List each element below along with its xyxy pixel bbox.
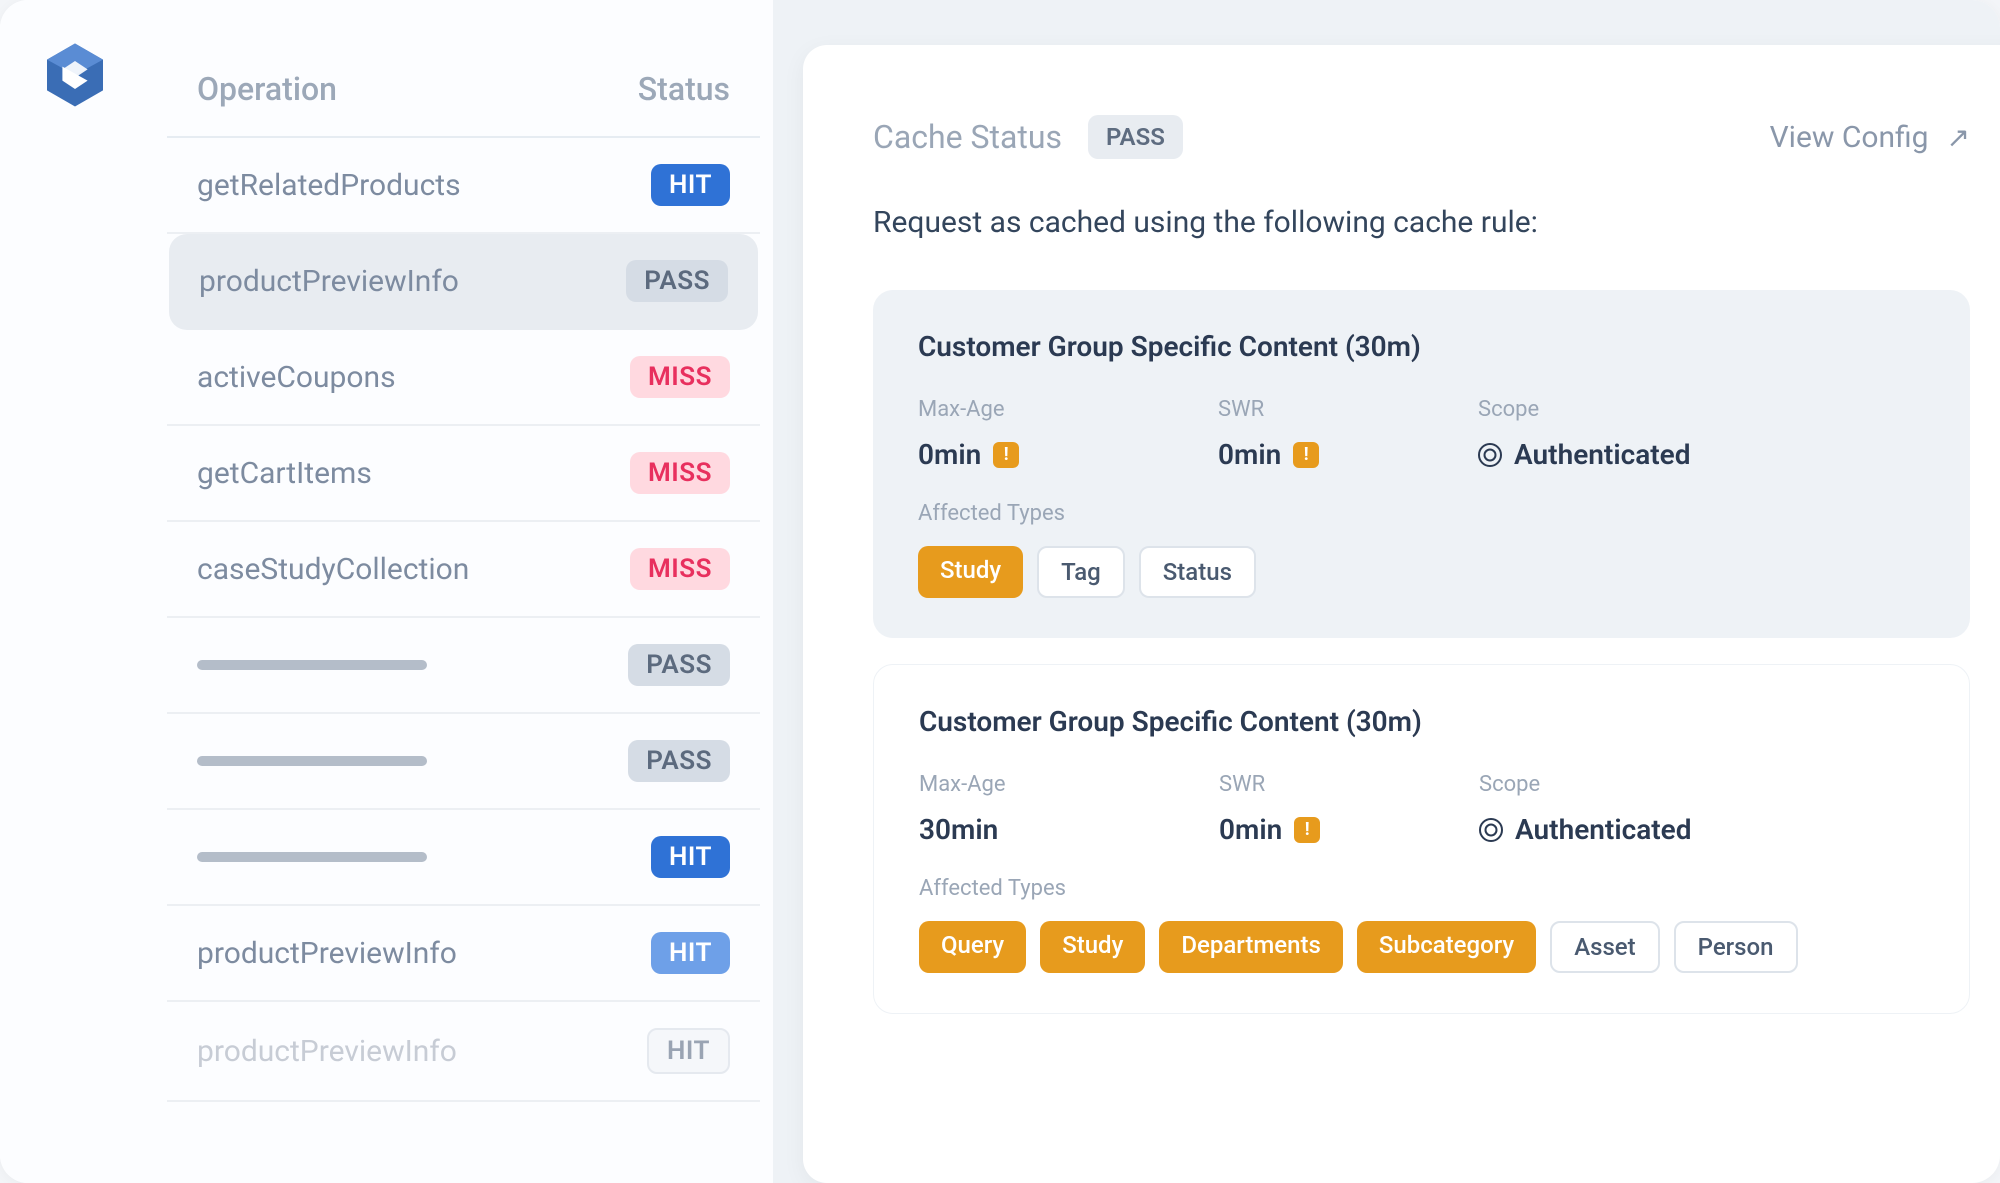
app-logo [40,40,110,110]
type-chip[interactable]: Person [1674,921,1798,973]
status-badge: MISS [630,356,730,398]
type-chip[interactable]: Status [1139,546,1256,598]
operations-header-operation: Operation [197,70,337,108]
rule-grid: Max-Age0min!SWR0min!ScopeAuthenticated [918,397,1925,471]
operation-name: productPreviewInfo [197,1034,457,1069]
sidebar-icon-column [0,0,155,1183]
type-chip[interactable]: Query [919,921,1026,973]
status-badge: PASS [628,644,730,686]
rule-intro: Request as cached using the following ca… [873,205,1970,240]
status-badge: HIT [651,836,730,878]
operation-row[interactable]: productPreviewInfo HIT [167,1002,760,1102]
status-badge: PASS [628,740,730,782]
operation-name: getCartItems [197,456,372,491]
type-chip[interactable]: Study [1040,921,1145,973]
status-badge: HIT [651,164,730,206]
operation-name: productPreviewInfo [197,936,457,971]
operation-name: productPreviewInfo [199,264,459,299]
type-chip[interactable]: Tag [1037,546,1125,598]
warning-icon: ! [993,442,1019,468]
status-badge: MISS [630,548,730,590]
detail-header-left: Cache Status PASS [873,115,1183,159]
detail-header: Cache Status PASS View Config ↗ [873,115,1970,159]
cache-rule-card[interactable]: Customer Group Specific Content (30m) Max… [873,664,1970,1014]
type-chip[interactable]: Study [918,546,1023,598]
warning-icon: ! [1293,442,1319,468]
warning-icon: ! [1294,817,1320,843]
operation-name: activeCoupons [197,360,396,395]
operation-row[interactable]: PASS [167,618,760,714]
app-frame: Operation Status getRelatedProductsHITpr… [0,0,2000,1183]
swr-label: SWR [1219,772,1479,797]
cache-rule-card[interactable]: Customer Group Specific Content (30m) Max… [873,290,1970,638]
operations-list: getRelatedProducts HIT productPreviewInfo P… [155,138,772,1102]
type-chips: Query Study Departments Subcategory Asset Per… [919,921,1924,973]
view-config-label: View Config [1770,120,1929,155]
operation-row[interactable]: getCartItems MISS [167,426,760,522]
swr-label: SWR [1218,397,1478,422]
swr-value: 0min! [1218,438,1478,471]
operation-row[interactable]: activeCoupons MISS [167,330,760,426]
status-badge: PASS [626,260,728,302]
rules-container: Customer Group Specific Content (30m) Max… [873,290,1970,1014]
swr-value: 0min! [1219,813,1479,846]
external-arrow-icon: ↗ [1947,121,1970,154]
operation-row[interactable]: HIT [167,810,760,906]
target-icon [1478,443,1502,467]
affected-types-label: Affected Types [919,876,1924,901]
rule-title: Customer Group Specific Content (30m) [919,705,1924,738]
max-age-label: Max-Age [919,772,1219,797]
operation-name: caseStudyCollection [197,552,469,587]
type-chips: Study Tag Status [918,546,1925,598]
target-icon [1479,818,1503,842]
status-badge: HIT [647,1028,730,1074]
operations-header-status: Status [638,70,730,108]
rule-grid: Max-Age 30minSWR 0min!Scope Authenticated [919,772,1924,846]
operation-name: getRelatedProducts [197,168,461,203]
type-chip[interactable]: Departments [1159,921,1342,973]
cache-status-label: Cache Status [873,118,1062,156]
max-age-value: 30min [919,813,1219,846]
type-chip[interactable]: Asset [1550,921,1659,973]
operation-placeholder [197,756,427,766]
scope-value: Authenticated [1478,438,1690,471]
view-config-link[interactable]: View Config ↗ [1770,120,1970,155]
type-chip[interactable]: Subcategory [1357,921,1536,973]
rule-title: Customer Group Specific Content (30m) [918,330,1925,363]
operation-placeholder [197,660,427,670]
max-age-label: Max-Age [918,397,1218,422]
operation-row[interactable]: getRelatedProducts HIT [167,138,760,234]
operation-row[interactable]: productPreviewInfo HIT [167,906,760,1002]
scope-label: Scope [1479,772,1691,797]
operations-panel: Operation Status getRelatedProductsHITpr… [155,0,773,1183]
operation-row[interactable]: caseStudyCollection MISS [167,522,760,618]
status-badge: HIT [651,932,730,974]
operation-placeholder [197,852,427,862]
content-area: Cache Status PASS View Config ↗ Request … [773,0,2000,1183]
cache-status-badge: PASS [1088,115,1183,159]
affected-types-label: Affected Types [918,501,1925,526]
operation-row[interactable]: productPreviewInfo PASS [169,234,758,330]
scope-value: Authenticated [1479,813,1691,846]
status-badge: MISS [630,452,730,494]
max-age-value: 0min! [918,438,1218,471]
operation-row[interactable]: PASS [167,714,760,810]
detail-card: Cache Status PASS View Config ↗ Request … [803,45,2000,1183]
scope-label: Scope [1478,397,1690,422]
operations-header: Operation Status [167,70,760,138]
